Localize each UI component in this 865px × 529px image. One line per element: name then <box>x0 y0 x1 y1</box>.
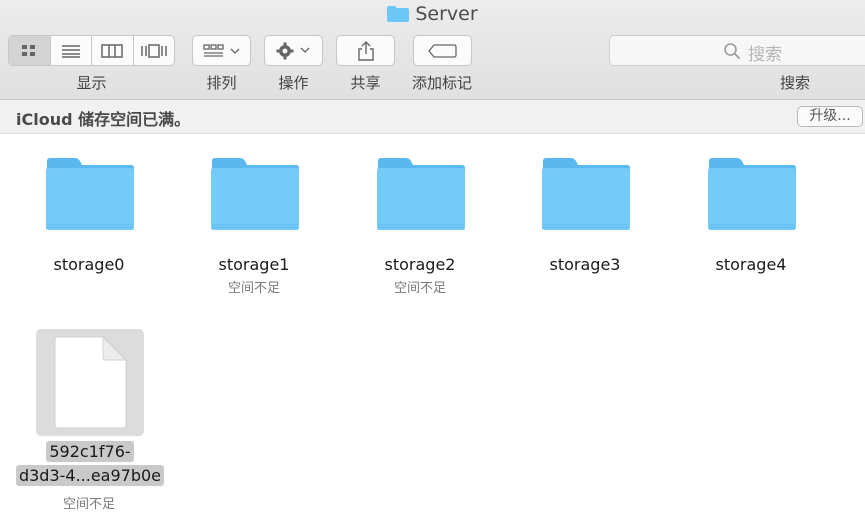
arrange-chevron-icon <box>202 43 239 57</box>
toolbar: Server 显示 排列 操作 共享 添加标记 搜索 搜索 <box>0 0 865 100</box>
item-name: storage1 <box>218 255 290 274</box>
view-segmented-control[interactable] <box>8 35 175 66</box>
file-status-wrap: 空间不足 <box>19 490 159 512</box>
folder-item-storage3[interactable]: storage3 <box>515 255 655 277</box>
search-label: 搜索 <box>779 74 810 92</box>
add-tags-button[interactable] <box>413 35 472 66</box>
folder-icon[interactable] <box>541 157 631 231</box>
item-status: 空间不足 <box>227 281 280 296</box>
item-name: storage2 <box>384 255 456 274</box>
window-title: Server <box>0 3 865 25</box>
banner-message: iCloud 储存空间已满。 <box>16 110 191 129</box>
arrange-label: 排列 <box>206 74 237 92</box>
grid-icon <box>22 44 36 56</box>
icon-view-button[interactable] <box>9 36 51 65</box>
icloud-storage-banner: iCloud 储存空间已满。 升级... <box>0 100 865 134</box>
action-label: 操作 <box>278 74 309 92</box>
folder-icon <box>387 5 410 22</box>
folder-item-storage4[interactable]: storage4 <box>681 255 821 277</box>
search-icon <box>724 43 741 60</box>
folder-item-storage1[interactable]: storage1 空间不足 <box>184 255 324 296</box>
share-button[interactable] <box>336 35 395 66</box>
item-name: storage0 <box>53 255 125 274</box>
folder-icon[interactable] <box>210 157 300 231</box>
item-name: storage4 <box>715 255 787 274</box>
add-tags-label: 添加标记 <box>411 74 472 92</box>
cover-flow-icon <box>141 43 167 58</box>
search-placeholder: 搜索 <box>748 45 782 65</box>
folder-icon[interactable] <box>376 157 466 231</box>
view-label: 显示 <box>76 74 107 92</box>
arrange-button[interactable] <box>192 35 251 66</box>
item-status: 空间不足 <box>62 497 115 512</box>
column-view-button[interactable] <box>92 36 134 65</box>
share-label: 共享 <box>350 74 381 92</box>
item-name: storage3 <box>549 255 621 274</box>
file-name: 592c1f76- d3d3-4...ea97b0e <box>8 440 172 488</box>
search-input[interactable]: 搜索 <box>609 35 865 66</box>
columns-icon <box>101 43 123 58</box>
list-icon <box>61 44 80 58</box>
gallery-view-button[interactable] <box>134 36 175 65</box>
folder-item-storage2[interactable]: storage2 空间不足 <box>350 255 490 296</box>
item-status: 空间不足 <box>393 281 446 296</box>
file-item-selected[interactable] <box>36 329 144 436</box>
folder-icon[interactable] <box>45 157 135 231</box>
tag-icon <box>427 43 457 58</box>
folder-item-storage0[interactable]: storage0 <box>19 255 159 277</box>
document-icon <box>54 336 128 429</box>
folder-icon[interactable] <box>707 157 797 231</box>
gear-chevron-icon <box>276 42 309 59</box>
list-view-button[interactable] <box>51 36 92 65</box>
share-icon <box>357 40 374 61</box>
upgrade-button[interactable]: 升级... <box>797 106 863 127</box>
action-button[interactable] <box>264 35 323 66</box>
